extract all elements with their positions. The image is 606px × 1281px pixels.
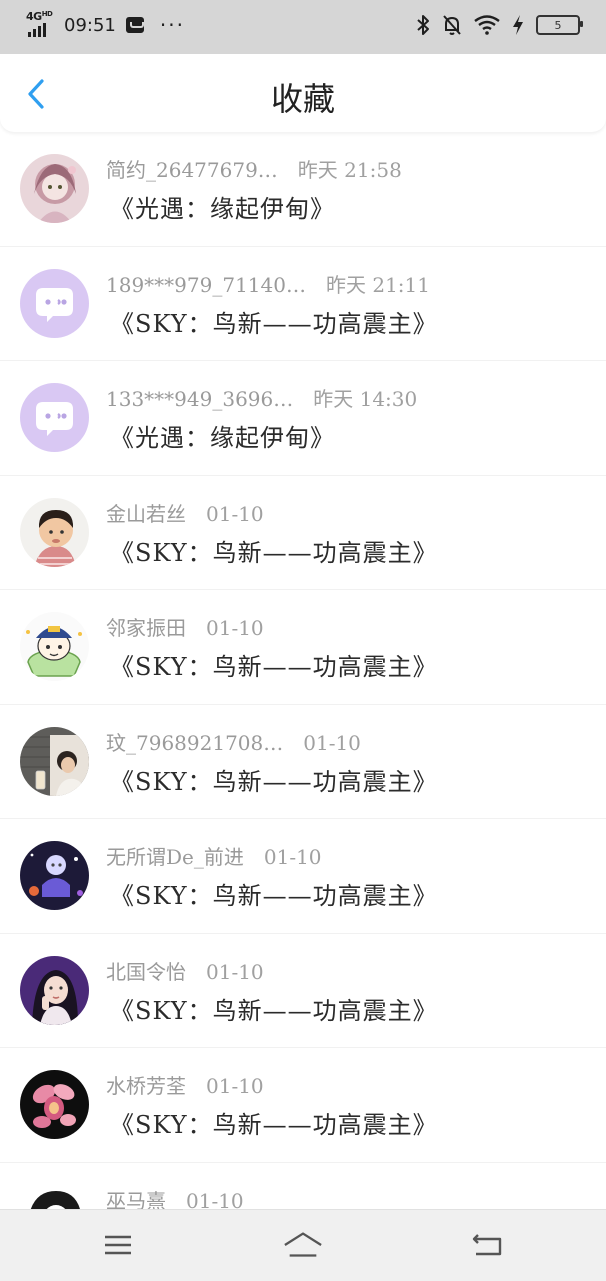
list-item[interactable]: 金山若丝 01-10 《SKY：鸟新——功高震主》 — [0, 476, 606, 590]
wifi-icon — [474, 15, 500, 35]
work-title[interactable]: 《SKY：鸟新——功高震主》 — [110, 991, 438, 1026]
message-notification-icon — [125, 17, 144, 33]
item-meta: 玟_7968921708… 01-10 — [106, 727, 361, 756]
avatar[interactable] — [20, 383, 89, 452]
username[interactable]: 无所谓De_前进 — [106, 841, 244, 870]
network-signal-icon: 4GHD — [26, 10, 54, 37]
work-title[interactable]: 《光遇：缘起伊甸》 — [110, 189, 335, 224]
timestamp: 昨天 21:58 — [297, 158, 402, 182]
home-button[interactable] — [283, 1228, 323, 1262]
page-title: 收藏 — [270, 80, 335, 118]
avatar[interactable] — [20, 612, 89, 681]
list-item[interactable]: 邻家振田 01-10 《SKY：鸟新——功高震主》 — [0, 590, 606, 705]
menu-button[interactable] — [98, 1228, 138, 1262]
home-icon — [284, 1232, 322, 1257]
work-title[interactable]: 《SKY：鸟新——功高震主》 — [110, 304, 438, 339]
avatar[interactable] — [20, 1070, 89, 1139]
favorites-list: 简约_26477679… 昨天 21:58 《光遇：缘起伊甸》 189***979_7… — [0, 132, 606, 1209]
timestamp: 01-10 — [206, 959, 264, 984]
work-title[interactable]: 《SKY：鸟新——功高震主》 — [110, 876, 438, 911]
avatar[interactable] — [20, 268, 89, 338]
item-meta: 133***949_3696… 昨天 14:30 — [106, 383, 417, 412]
item-meta: 189***979_71140… 昨天 21:11 — [106, 269, 430, 298]
username[interactable]: 北国令怡 — [106, 956, 186, 985]
work-title[interactable]: 《SKY：鸟新——功高震主》 — [110, 762, 438, 797]
timestamp: 01-10 — [206, 616, 264, 640]
username[interactable]: 189***979_71140… — [106, 273, 306, 297]
work-title[interactable]: 《光遇：缘起伊甸》 — [110, 418, 335, 453]
username[interactable]: 玟_7968921708… — [106, 727, 283, 756]
username[interactable]: 巫马熹 — [106, 1185, 166, 1210]
avatar[interactable] — [20, 841, 89, 910]
battery-icon: 5 — [536, 15, 583, 35]
return-button[interactable] — [467, 1228, 507, 1262]
username[interactable]: 133***949_3696… — [106, 387, 293, 411]
mute-bell-icon — [443, 15, 461, 35]
username[interactable]: 水桥芳荃 — [106, 1070, 186, 1099]
timestamp: 昨天 14:30 — [313, 387, 418, 411]
timestamp: 01-10 — [263, 845, 322, 869]
more-notifications-indicator: ··· — [159, 13, 185, 37]
status-time: 09:51 — [64, 14, 116, 36]
header: 收藏 — [0, 54, 606, 132]
timestamp: 01-10 — [186, 1188, 244, 1210]
system-nav-bar — [0, 1209, 606, 1281]
work-title[interactable]: 《SKY：鸟新——功高震主》 — [110, 533, 438, 568]
avatar[interactable] — [20, 955, 89, 1025]
timestamp: 01-10 — [303, 730, 361, 755]
item-meta: 邻家振田 01-10 — [106, 612, 264, 641]
timestamp: 昨天 21:11 — [325, 272, 430, 297]
avatar[interactable] — [20, 154, 89, 223]
list-item[interactable]: 巫马熹 01-10 — [0, 1163, 606, 1210]
list-item[interactable]: 189***979_71140… 昨天 21:11 《SKY：鸟新——功高震主》 — [0, 247, 606, 361]
work-title[interactable]: 《SKY：鸟新——功高震主》 — [110, 647, 438, 682]
list-item[interactable]: 水桥芳荃 01-10 《SKY：鸟新——功高震主》 — [0, 1048, 606, 1163]
item-meta: 水桥芳荃 01-10 — [106, 1070, 264, 1099]
list-item[interactable]: 简约_26477679… 昨天 21:58 《光遇：缘起伊甸》 — [0, 132, 606, 247]
list-item[interactable]: 北国令怡 01-10 《SKY：鸟新——功高震主》 — [0, 934, 606, 1048]
list-item[interactable]: 玟_7968921708… 01-10 《SKY：鸟新——功高震主》 — [0, 705, 606, 819]
timestamp: 01-10 — [206, 501, 264, 526]
username[interactable]: 金山若丝 — [106, 498, 186, 527]
item-meta: 北国令怡 01-10 — [106, 956, 264, 985]
username[interactable]: 简约_26477679… — [106, 154, 278, 183]
menu-icon — [105, 1235, 131, 1255]
status-right: 5 — [416, 14, 583, 36]
avatar[interactable] — [20, 726, 89, 796]
timestamp: 01-10 — [206, 1074, 264, 1098]
status-left: 4GHD 09:51 ··· — [26, 10, 185, 37]
charging-bolt-icon — [513, 15, 523, 35]
item-meta: 无所谓De_前进 01-10 — [106, 841, 322, 870]
list-item[interactable]: 无所谓De_前进 01-10 《SKY：鸟新——功高震主》 — [0, 819, 606, 934]
item-meta: 金山若丝 01-10 — [106, 498, 264, 527]
avatar[interactable] — [20, 1184, 89, 1209]
avatar[interactable] — [20, 497, 89, 567]
battery-level: 5 — [554, 18, 562, 32]
list-item[interactable]: 133***949_3696… 昨天 14:30 《光遇：缘起伊甸》 — [0, 361, 606, 476]
item-meta: 巫马熹 01-10 — [106, 1185, 244, 1210]
work-title[interactable]: 《SKY：鸟新——功高震主》 — [110, 1105, 438, 1140]
status-bar: 4GHD 09:51 ··· 5 — [0, 0, 606, 54]
username[interactable]: 邻家振田 — [106, 612, 186, 641]
item-meta: 简约_26477679… 昨天 21:58 — [106, 154, 402, 183]
return-icon — [472, 1234, 502, 1256]
bluetooth-icon — [417, 15, 429, 35]
